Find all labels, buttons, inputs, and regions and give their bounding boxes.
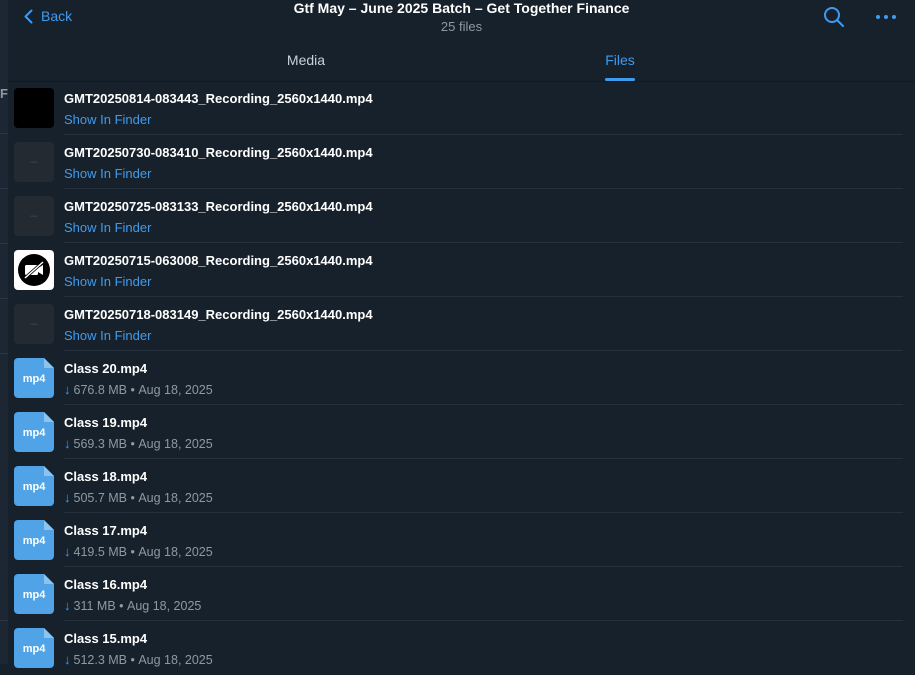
file-name: GMT20250718-083149_Recording_2560x1440.m… <box>64 307 373 322</box>
tab-files[interactable]: Files <box>605 52 635 68</box>
title-block: Gtf May – June 2025 Batch – Get Together… <box>8 0 915 35</box>
file-size: 311 MB <box>73 598 116 613</box>
download-arrow-icon[interactable]: ↓ <box>64 652 71 667</box>
file-date: Aug 18, 2025 <box>126 598 202 613</box>
mp4-file-icon: mp4 <box>14 412 54 452</box>
file-size: 569.3 MB <box>73 436 128 451</box>
file-name: GMT20250715-063008_Recording_2560x1440.m… <box>64 253 373 268</box>
search-button[interactable] <box>823 6 845 33</box>
list-item[interactable]: mp4 Class 17.mp4 ↓ 419.5 MB • Aug 18, 20… <box>0 513 915 567</box>
file-name: Class 20.mp4 <box>64 361 148 376</box>
search-icon <box>824 7 844 27</box>
file-meta: ↓ 419.5 MB • Aug 18, 2025 <box>64 544 213 559</box>
file-meta: ↓ 676.8 MB • Aug 18, 2025 <box>64 382 213 397</box>
more-dots-icon <box>876 15 896 19</box>
file-meta: ↓ 311 MB • Aug 18, 2025 <box>64 598 202 613</box>
file-size: 505.7 MB <box>73 490 128 505</box>
download-arrow-icon[interactable]: ↓ <box>64 436 71 451</box>
show-in-finder-link[interactable]: Show In Finder <box>64 166 151 181</box>
video-thumbnail: ▪▪▪▪▪▪ <box>14 142 54 182</box>
file-name: Class 16.mp4 <box>64 577 148 592</box>
show-in-finder-link[interactable]: Show In Finder <box>64 274 151 289</box>
file-size: 676.8 MB <box>73 382 128 397</box>
file-meta: ↓ 569.3 MB • Aug 18, 2025 <box>64 436 213 451</box>
file-meta: ↓ 512.3 MB • Aug 18, 2025 <box>64 652 213 667</box>
list-item[interactable]: ▪▪▪▪▪▪ GMT20250718-083149_Recording_2560… <box>0 297 915 351</box>
list-item[interactable]: GMT20250715-063008_Recording_2560x1440.m… <box>0 243 915 297</box>
download-arrow-icon[interactable]: ↓ <box>64 544 71 559</box>
file-date: Aug 18, 2025 <box>138 436 213 451</box>
list-item[interactable]: GMT20250814-083443_Recording_2560x1440.m… <box>0 81 915 135</box>
video-thumbnail <box>14 88 54 128</box>
header-bar: Back Gtf May – June 2025 Batch – Get Tog… <box>8 0 915 40</box>
file-name: Class 19.mp4 <box>64 415 148 430</box>
file-name: Class 17.mp4 <box>64 523 148 538</box>
file-date: Aug 18, 2025 <box>138 490 213 505</box>
file-date: Aug 18, 2025 <box>138 652 213 667</box>
list-item[interactable]: mp4 Class 15.mp4 ↓ 512.3 MB • Aug 18, 20… <box>0 621 915 675</box>
show-in-finder-link[interactable]: Show In Finder <box>64 112 151 127</box>
page-title: Gtf May – June 2025 Batch – Get Together… <box>293 0 630 16</box>
file-count: 25 files <box>440 19 483 34</box>
list-item[interactable]: mp4 Class 19.mp4 ↓ 569.3 MB • Aug 18, 20… <box>0 405 915 459</box>
tab-media[interactable]: Media <box>287 52 325 68</box>
file-date: Aug 18, 2025 <box>138 382 213 397</box>
video-thumbnail: ▪▪▪▪▪▪ <box>14 196 54 236</box>
file-meta: ↓ 505.7 MB • Aug 18, 2025 <box>64 490 213 505</box>
video-thumbnail: ▪▪▪▪▪▪ <box>14 304 54 344</box>
file-name: Class 18.mp4 <box>64 469 148 484</box>
download-arrow-icon[interactable]: ↓ <box>64 382 71 397</box>
file-date: Aug 18, 2025 <box>138 544 213 559</box>
mp4-file-icon: mp4 <box>14 574 54 614</box>
list-item[interactable]: mp4 Class 18.mp4 ↓ 505.7 MB • Aug 18, 20… <box>0 459 915 513</box>
file-name: GMT20250730-083410_Recording_2560x1440.m… <box>64 145 373 160</box>
more-button[interactable] <box>875 6 897 33</box>
tab-bar: Media Files <box>8 44 915 82</box>
mp4-file-icon: mp4 <box>14 466 54 506</box>
list-item[interactable]: ▪▪▪▪▪▪ GMT20250725-083133_Recording_2560… <box>0 189 915 243</box>
list-item[interactable]: mp4 Class 20.mp4 ↓ 676.8 MB • Aug 18, 20… <box>0 351 915 405</box>
file-list: GMT20250814-083443_Recording_2560x1440.m… <box>0 81 915 675</box>
download-arrow-icon[interactable]: ↓ <box>64 490 71 505</box>
file-size: 512.3 MB <box>73 652 128 667</box>
file-name: GMT20250725-083133_Recording_2560x1440.m… <box>64 199 373 214</box>
file-size: 419.5 MB <box>73 544 128 559</box>
mp4-file-icon: mp4 <box>14 628 54 668</box>
file-name: GMT20250814-083443_Recording_2560x1440.m… <box>64 91 373 106</box>
file-name: Class 15.mp4 <box>64 631 148 646</box>
list-item[interactable]: mp4 Class 16.mp4 ↓ 311 MB • Aug 18, 2025 <box>0 567 915 621</box>
show-in-finder-link[interactable]: Show In Finder <box>64 328 151 343</box>
video-thumbnail <box>14 250 54 290</box>
mp4-file-icon: mp4 <box>14 358 54 398</box>
download-arrow-icon[interactable]: ↓ <box>64 598 71 613</box>
mp4-file-icon: mp4 <box>14 520 54 560</box>
list-item[interactable]: ▪▪▪▪▪▪ GMT20250730-083410_Recording_2560… <box>0 135 915 189</box>
show-in-finder-link[interactable]: Show In Finder <box>64 220 151 235</box>
video-off-icon <box>18 254 50 286</box>
